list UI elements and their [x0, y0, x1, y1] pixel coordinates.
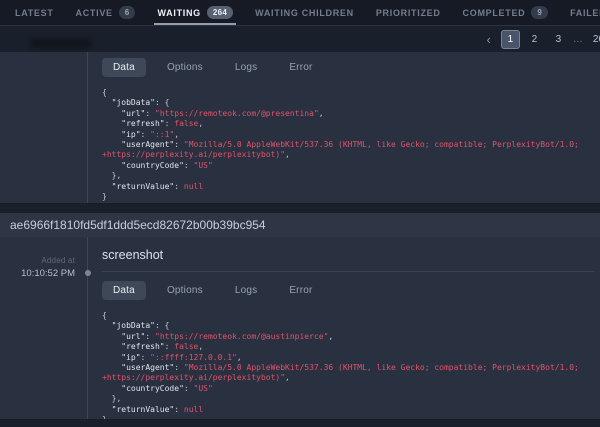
pagination-ellipsis: … [572, 34, 584, 45]
tab-waiting-children-label: WAITING CHILDREN [255, 7, 354, 18]
job-1-tab-data[interactable]: Data [102, 58, 146, 77]
pagination-page-1[interactable]: 1 [500, 30, 520, 49]
timeline-column [0, 52, 88, 203]
job-1-detail-tabs: Data Options Logs Error [102, 58, 594, 77]
queue-status-nav: LATEST ACTIVE 6 WAITING 264 WAITING CHILDR… [0, 0, 600, 26]
timeline-column: Added at 10:10:52 PM [0, 237, 91, 419]
job-2-tab-options[interactable]: Options [156, 281, 214, 300]
job-2-tab-logs[interactable]: Logs [224, 281, 269, 300]
tab-prioritized[interactable]: PRIORITIZED [365, 0, 452, 25]
job-1-tab-error[interactable]: Error [278, 58, 323, 77]
job-2-name: screenshot [102, 248, 164, 262]
pagination-last-page[interactable]: 26 [589, 30, 600, 49]
job-card-2: ae6966f1810fd5df1ddd5ecd82672b00b39bc954… [0, 213, 600, 419]
pagination-page-3[interactable]: 3 [549, 30, 568, 49]
job-2-detail-tabs: Data Options Logs Error [102, 281, 594, 300]
tab-failed[interactable]: FAILED [559, 0, 600, 25]
tab-prioritized-label: PRIORITIZED [375, 7, 441, 18]
added-at-time: 10:10:52 PM [21, 268, 75, 279]
timeline-dot [84, 270, 91, 276]
job-2-tab-error[interactable]: Error [278, 281, 323, 300]
job-1-json-data: { "jobData": { "url": "https://remoteok.… [102, 88, 579, 202]
tab-completed[interactable]: COMPLETED 9 [452, 0, 560, 25]
added-at-label: Added at [41, 256, 75, 265]
queue-name-redacted [30, 38, 92, 49]
active-count-badge: 6 [118, 6, 136, 19]
job-1-tab-options[interactable]: Options [156, 58, 214, 77]
tab-active-label: ACTIVE [75, 7, 113, 18]
job-2-json-data: { "jobData": { "url": "https://remoteok.… [102, 311, 579, 419]
job-2-tab-data[interactable]: Data [102, 281, 146, 300]
pagination-page-2[interactable]: 2 [525, 30, 544, 49]
toolbar: ‹ 1 2 3 … 26 [0, 26, 600, 52]
tab-waiting-children[interactable]: WAITING CHILDREN [244, 0, 365, 25]
tab-latest[interactable]: LATEST [4, 0, 65, 25]
pagination: ‹ 1 2 3 … 26 [482, 30, 600, 49]
job-1-tab-logs[interactable]: Logs [224, 58, 269, 77]
tab-waiting[interactable]: WAITING 264 [146, 0, 244, 25]
title-divider [102, 271, 594, 272]
tab-failed-label: FAILED [570, 7, 600, 18]
waiting-count-badge: 264 [206, 6, 234, 19]
tab-waiting-label: WAITING [157, 7, 201, 18]
tab-latest-label: LATEST [15, 7, 54, 18]
tab-active[interactable]: ACTIVE 6 [65, 0, 147, 25]
job-2-id[interactable]: ae6966f1810fd5df1ddd5ecd82672b00b39bc954 [0, 213, 600, 237]
tab-completed-label: COMPLETED [462, 7, 526, 18]
job-card-1: Data Options Logs Error { "jobData": { "… [0, 52, 600, 203]
completed-count-badge: 9 [531, 6, 549, 19]
pagination-prev-icon[interactable]: ‹ [482, 31, 496, 49]
